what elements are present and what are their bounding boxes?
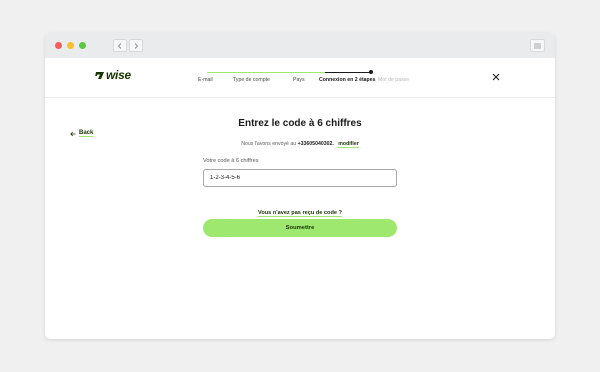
close-icon[interactable] xyxy=(492,73,500,81)
browser-forward-button[interactable] xyxy=(129,39,143,52)
browser-toolbar xyxy=(45,33,555,58)
step-email: E-mail xyxy=(198,77,213,83)
page-header: wise E-mail Type de compte Pays Connexio… xyxy=(45,58,555,98)
resend-code-link[interactable]: Vous n'avez pas reçu de code ? xyxy=(258,210,342,217)
phone-number: +33605040302. xyxy=(297,141,334,147)
browser-back-button[interactable] xyxy=(113,39,127,52)
chevron-left-icon xyxy=(117,42,122,49)
code-sent-prefix: Nous l'avons envoyé au xyxy=(241,141,297,147)
signup-progress-steps: E-mail Type de compte Pays Connexion en … xyxy=(195,58,425,98)
arrow-left-icon xyxy=(70,131,76,136)
step-account-type: Type de compte xyxy=(233,77,270,83)
step-two-factor: Connexion en 2 étapes xyxy=(319,77,376,83)
modify-phone-link[interactable]: modifier xyxy=(338,141,359,148)
maximize-window-button[interactable] xyxy=(79,42,86,49)
progress-current-marker xyxy=(369,70,373,74)
step-password: Mot de passe xyxy=(378,77,410,83)
code-field-label: Votre code à 6 chiffres xyxy=(203,158,259,164)
wise-logo[interactable]: wise xyxy=(95,68,131,82)
close-window-button[interactable] xyxy=(55,42,62,49)
menu-icon xyxy=(534,43,541,48)
resend-code-row: Vous n'avez pas reçu de code ? xyxy=(45,201,555,219)
chevron-right-icon xyxy=(134,42,139,49)
minimize-window-button[interactable] xyxy=(67,42,74,49)
logo-text: wise xyxy=(106,68,131,82)
browser-window: wise E-mail Type de compte Pays Connexio… xyxy=(45,33,555,339)
step-country: Pays xyxy=(293,77,305,83)
submit-button[interactable]: Soumettre xyxy=(203,219,397,237)
back-link[interactable]: Back xyxy=(70,130,94,137)
page-title: Entrez le code à 6 chiffres xyxy=(238,118,362,129)
code-input[interactable] xyxy=(203,169,397,187)
wise-flag-icon xyxy=(95,71,104,79)
back-label: Back xyxy=(79,130,94,137)
code-sent-message: Nous l'avons envoyé au +33605040302. mod… xyxy=(45,141,555,148)
browser-menu-button[interactable] xyxy=(530,39,545,52)
progress-track-current xyxy=(325,72,370,73)
